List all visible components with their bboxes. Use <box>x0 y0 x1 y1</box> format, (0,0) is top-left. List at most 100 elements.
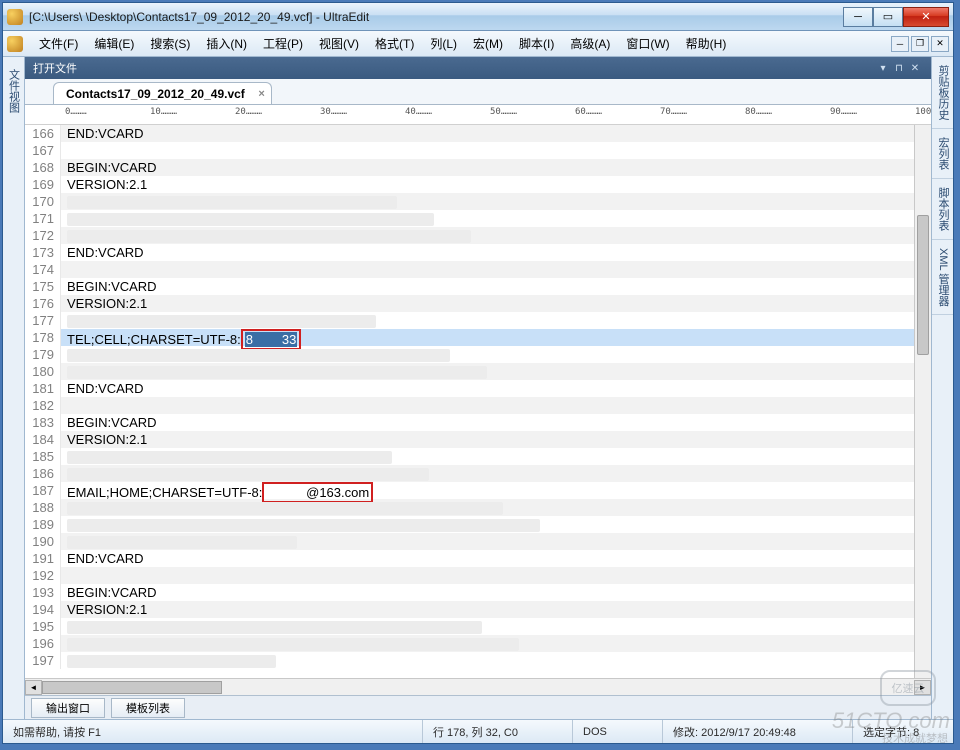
line-text[interactable]: END:VCARD <box>61 244 144 261</box>
tab-close-icon[interactable]: × <box>258 88 264 100</box>
line-text[interactable]: EMAIL;HOME;CHARSET=UTF-8: @163.com <box>61 482 373 499</box>
code-line[interactable]: 185 <box>25 448 914 465</box>
code-line[interactable]: 184VERSION:2.1 <box>25 431 914 448</box>
menu-insert[interactable]: 插入(N) <box>198 31 255 56</box>
file-tab-active[interactable]: Contacts17_09_2012_20_49.vcf × <box>53 82 272 104</box>
hscroll-track[interactable] <box>42 680 914 695</box>
panel-close-icon[interactable]: ✕ <box>907 61 923 75</box>
code-line[interactable]: 186 <box>25 465 914 482</box>
code-line[interactable]: 179 <box>25 346 914 363</box>
right-rail-script-tab[interactable]: 脚本列表 <box>932 179 953 240</box>
code-line[interactable]: 172 <box>25 227 914 244</box>
vertical-scrollbar[interactable] <box>914 125 931 678</box>
line-text[interactable] <box>61 635 519 652</box>
code-line[interactable]: 196 <box>25 635 914 652</box>
code-line[interactable]: 193BEGIN:VCARD <box>25 584 914 601</box>
mdi-close-button[interactable]: ✕ <box>931 36 949 52</box>
template-list-tab[interactable]: 模板列表 <box>111 698 185 718</box>
line-text[interactable] <box>61 346 450 363</box>
line-text[interactable] <box>61 533 297 550</box>
code-line[interactable]: 181END:VCARD <box>25 380 914 397</box>
output-window-tab[interactable]: 输出窗口 <box>31 698 105 718</box>
titlebar[interactable]: [C:\Users\ \Desktop\Contacts17_09_2012_2… <box>3 3 953 31</box>
line-text[interactable] <box>61 142 67 159</box>
mdi-minimize-button[interactable]: ─ <box>891 36 909 52</box>
line-text[interactable]: BEGIN:VCARD <box>61 278 157 295</box>
maximize-button[interactable]: ▭ <box>873 7 903 27</box>
line-text[interactable] <box>61 397 67 414</box>
mdi-restore-button[interactable]: ❐ <box>911 36 929 52</box>
code-line[interactable]: 183BEGIN:VCARD <box>25 414 914 431</box>
line-text[interactable]: VERSION:2.1 <box>61 176 147 193</box>
code-line[interactable]: 191END:VCARD <box>25 550 914 567</box>
line-text[interactable] <box>61 516 540 533</box>
code-line[interactable]: 178TEL;CELL;CHARSET=UTF-8:8 33 <box>25 329 914 346</box>
hscroll-thumb[interactable] <box>42 681 222 694</box>
code-line[interactable]: 171 <box>25 210 914 227</box>
code-line[interactable]: 195 <box>25 618 914 635</box>
vertical-scrollbar-thumb[interactable] <box>917 215 929 355</box>
right-rail-macro-tab[interactable]: 宏列表 <box>932 129 953 179</box>
line-text[interactable] <box>61 448 392 465</box>
line-text[interactable]: BEGIN:VCARD <box>61 414 157 431</box>
code-line[interactable]: 170 <box>25 193 914 210</box>
line-text[interactable]: VERSION:2.1 <box>61 601 147 618</box>
code-line[interactable]: 194VERSION:2.1 <box>25 601 914 618</box>
menu-script[interactable]: 脚本(I) <box>511 31 562 56</box>
code-line[interactable]: 168BEGIN:VCARD <box>25 159 914 176</box>
line-text[interactable]: BEGIN:VCARD <box>61 159 157 176</box>
code-line[interactable]: 182 <box>25 397 914 414</box>
line-text[interactable] <box>61 193 397 210</box>
close-button[interactable]: ✕ <box>903 7 949 27</box>
code-line[interactable]: 177 <box>25 312 914 329</box>
line-text[interactable] <box>61 363 487 380</box>
menu-search[interactable]: 搜索(S) <box>142 31 198 56</box>
code-line[interactable]: 169VERSION:2.1 <box>25 176 914 193</box>
code-line[interactable]: 192 <box>25 567 914 584</box>
code-line[interactable]: 180 <box>25 363 914 380</box>
menu-help[interactable]: 帮助(H) <box>678 31 735 56</box>
menu-macro[interactable]: 宏(M) <box>465 31 511 56</box>
line-text[interactable]: TEL;CELL;CHARSET=UTF-8:8 33 <box>61 329 301 346</box>
menu-view[interactable]: 视图(V) <box>311 31 367 56</box>
line-text[interactable] <box>61 312 376 329</box>
menu-format[interactable]: 格式(T) <box>367 31 422 56</box>
code-line[interactable]: 167 <box>25 142 914 159</box>
code-line[interactable]: 197 <box>25 652 914 669</box>
line-text[interactable] <box>61 465 429 482</box>
panel-dropdown-icon[interactable]: ▾ <box>875 61 891 75</box>
line-text[interactable] <box>61 652 276 669</box>
line-text[interactable] <box>61 499 503 516</box>
line-text[interactable] <box>61 210 434 227</box>
horizontal-scrollbar[interactable]: ◄ ► <box>25 678 931 695</box>
hscroll-right-button[interactable]: ► <box>914 680 931 695</box>
line-text[interactable]: END:VCARD <box>61 380 144 397</box>
line-text[interactable]: VERSION:2.1 <box>61 431 147 448</box>
menu-file[interactable]: 文件(F) <box>31 31 86 56</box>
minimize-button[interactable]: ─ <box>843 7 873 27</box>
line-text[interactable]: END:VCARD <box>61 550 144 567</box>
line-text[interactable] <box>61 567 67 584</box>
right-rail-xml-tab[interactable]: XML 管理器 <box>932 240 953 315</box>
menu-edit[interactable]: 编辑(E) <box>86 31 142 56</box>
code-line[interactable]: 174 <box>25 261 914 278</box>
hscroll-left-button[interactable]: ◄ <box>25 680 42 695</box>
code-line[interactable]: 166END:VCARD <box>25 125 914 142</box>
menu-project[interactable]: 工程(P) <box>255 31 311 56</box>
right-rail-clipboard-tab[interactable]: 剪贴板历史 <box>932 57 953 129</box>
code-line[interactable]: 187EMAIL;HOME;CHARSET=UTF-8: @163.com <box>25 482 914 499</box>
code-line[interactable]: 188 <box>25 499 914 516</box>
menu-window[interactable]: 窗口(W) <box>618 31 677 56</box>
code-line[interactable]: 175BEGIN:VCARD <box>25 278 914 295</box>
line-text[interactable]: VERSION:2.1 <box>61 295 147 312</box>
panel-pin-icon[interactable]: ⊓ <box>891 61 907 75</box>
line-text[interactable]: BEGIN:VCARD <box>61 584 157 601</box>
code-line[interactable]: 190 <box>25 533 914 550</box>
line-text[interactable] <box>61 261 67 278</box>
line-text[interactable] <box>61 227 471 244</box>
menu-advanced[interactable]: 高级(A) <box>562 31 618 56</box>
line-text[interactable] <box>61 618 482 635</box>
left-rail-fileview-tab[interactable]: 文件视图 <box>4 63 24 119</box>
editor-content[interactable]: 166END:VCARD167168BEGIN:VCARD169VERSION:… <box>25 125 914 678</box>
code-line[interactable]: 173END:VCARD <box>25 244 914 261</box>
